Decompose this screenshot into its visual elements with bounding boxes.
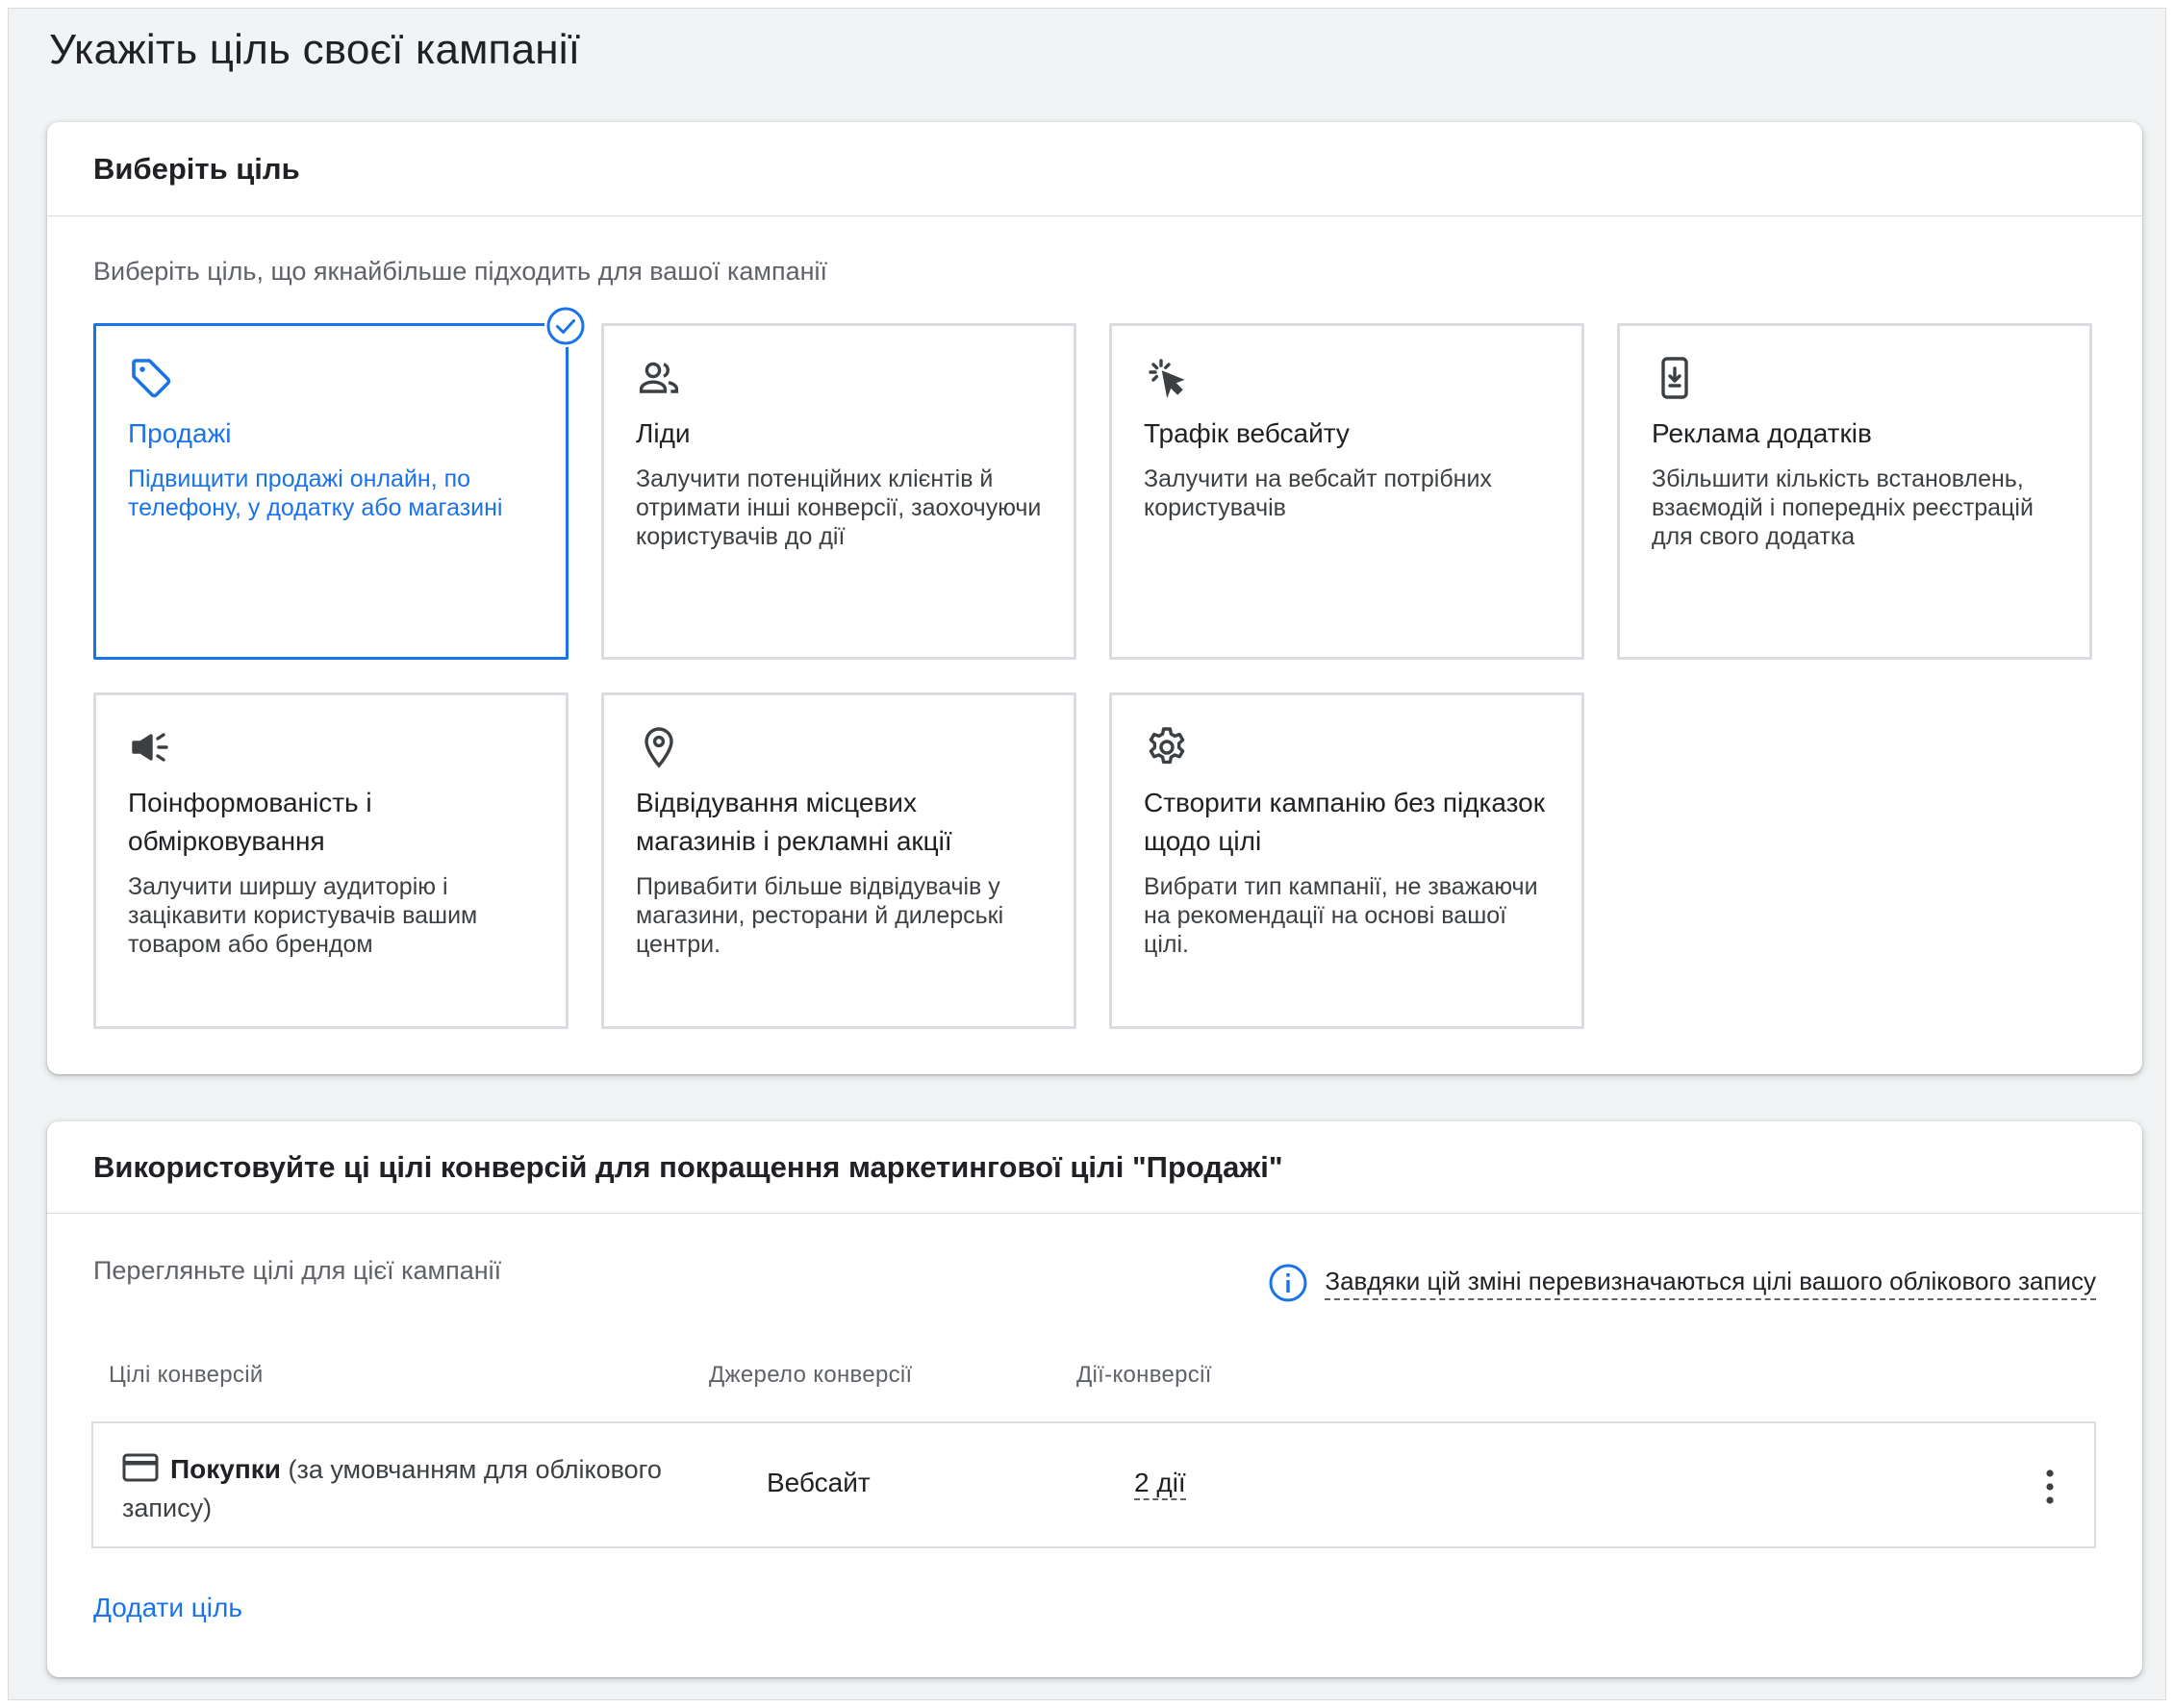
tag-icon [128, 355, 174, 401]
conversion-goal-name: Покупки [170, 1454, 281, 1484]
column-header-actions: Дії-конверсії [1076, 1362, 1212, 1388]
column-header-goals: Цілі конверсій [109, 1362, 264, 1388]
page-background: Укажіть ціль своєї кампанії Виберіть ціл… [8, 8, 2166, 1700]
phone-download-icon [1652, 355, 1698, 401]
table-row: Покупки (за умовчанням для облікового за… [91, 1421, 2096, 1548]
goal-tile-leads[interactable]: Ліди Залучити потенційних клієнтів й отр… [601, 323, 1076, 660]
tile-title: Трафік вебсайту [1144, 418, 1350, 448]
goal-tile-awareness[interactable]: Поінформованість і обмірковування Залучи… [93, 692, 569, 1029]
tile-description: Привабити більше відвідувачів у магазини… [636, 873, 1004, 958]
conversion-section-header: Використовуйте ці цілі конверсій для пок… [47, 1121, 2142, 1214]
goal-tile-website-traffic[interactable]: Трафік вебсайту Залучити на вебсайт потр… [1109, 323, 1584, 660]
tile-description: Збільшити кількість встановлень, взаємод… [1652, 465, 2034, 550]
selected-check-icon [544, 305, 587, 347]
tile-description: Залучити на вебсайт потрібних користувач… [1144, 465, 1492, 521]
goal-selection-card: Виберіть ціль Виберіть ціль, що якнайбіл… [47, 122, 2142, 1074]
tile-title: Відвідування місцевих магазинів і реклам… [636, 788, 952, 856]
location-pin-icon [636, 724, 682, 770]
conversion-goal-cell: Покупки (за умовчанням для облікового за… [122, 1450, 690, 1527]
tile-title: Продажі [128, 418, 232, 448]
conversion-source: Вебсайт [767, 1468, 871, 1497]
conversion-actions-link[interactable]: 2 дії [1134, 1468, 1186, 1500]
people-icon [636, 355, 682, 401]
gear-icon [1144, 724, 1190, 770]
goal-tile-sales[interactable]: Продажі Підвищити продажі онлайн, по тел… [93, 305, 587, 660]
override-notice-link[interactable]: Завдяки цій зміні перевизначаються цілі … [1325, 1267, 2096, 1300]
goal-section-header: Виберіть ціль [47, 122, 2142, 216]
tile-title: Ліди [636, 418, 691, 448]
goal-tile-app-promotion[interactable]: Реклама додатків Збільшити кількість вст… [1617, 323, 2092, 660]
goal-section-subtitle: Виберіть ціль, що якнайбільше підходить … [93, 257, 828, 286]
tile-description: Підвищити продажі онлайн, по телефону, у… [128, 465, 503, 521]
override-notice: Завдяки цій зміні перевизначаються цілі … [1267, 1262, 2096, 1304]
more-vert-icon[interactable] [2040, 1464, 2060, 1510]
page-title: Укажіть ціль своєї кампанії [49, 26, 581, 73]
credit-card-icon [122, 1453, 159, 1482]
conversion-goals-card: Використовуйте ці цілі конверсій для пок… [47, 1121, 2142, 1677]
tile-description: Залучити потенційних клієнтів й отримати… [636, 465, 1042, 550]
conversion-section-subtitle: Перегляньте цілі для цієї кампанії [93, 1256, 502, 1285]
tile-title: Поінформованість і обмірковування [128, 788, 372, 856]
megaphone-icon [128, 724, 174, 770]
tile-title: Реклама додатків [1652, 418, 1872, 448]
cursor-click-icon [1144, 355, 1190, 401]
add-goal-link[interactable]: Додати ціль [93, 1593, 242, 1623]
tile-description: Залучити ширшу аудиторію і зацікавити ко… [128, 873, 478, 958]
column-header-source: Джерело конверсії [709, 1362, 913, 1388]
tile-title: Створити кампанію без підказок щодо цілі [1144, 788, 1546, 856]
tile-description: Вибрати тип кампанії, не зважаючи на рек… [1144, 873, 1538, 958]
goal-tile-local-store-visits[interactable]: Відвідування місцевих магазинів і реклам… [601, 692, 1076, 1029]
goal-tile-no-guidance[interactable]: Створити кампанію без підказок щодо цілі… [1109, 692, 1584, 1029]
info-icon [1267, 1262, 1309, 1304]
